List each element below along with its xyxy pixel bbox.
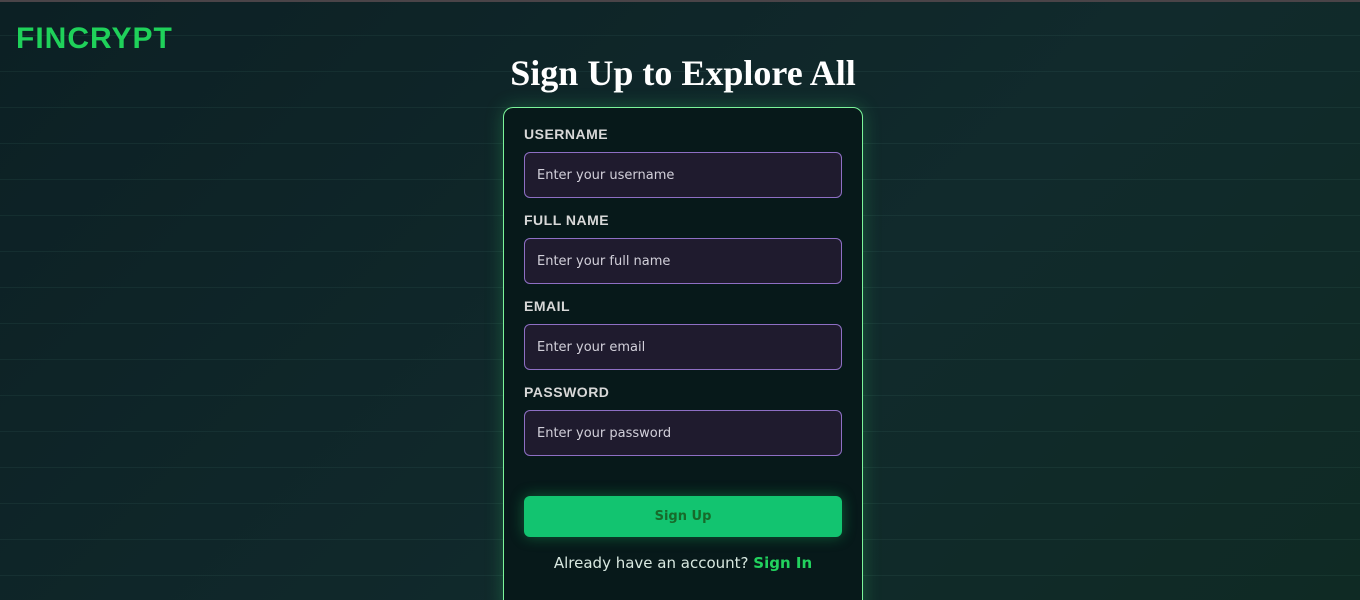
fullname-field-group: FULL NAME — [524, 212, 842, 284]
email-input[interactable] — [524, 324, 842, 370]
username-label: USERNAME — [524, 126, 609, 142]
page-title: Sign Up to Explore All — [510, 53, 856, 93]
signup-button[interactable]: Sign Up — [524, 496, 842, 537]
signin-prompt: Already have an account? — [553, 554, 749, 572]
signup-form: USERNAME FULL NAME EMAIL PASSWORD Sign U… — [503, 107, 863, 600]
email-field-group: EMAIL — [524, 298, 842, 370]
window-top-border — [0, 0, 1360, 2]
brand-logo[interactable]: FINCRYPT — [16, 22, 173, 56]
username-field-group: USERNAME — [524, 126, 842, 198]
password-input[interactable] — [524, 410, 842, 456]
fullname-input[interactable] — [524, 238, 842, 284]
password-label: PASSWORD — [524, 384, 610, 400]
password-field-group: PASSWORD — [524, 384, 842, 456]
signin-link[interactable]: Sign In — [753, 554, 812, 572]
email-label: EMAIL — [524, 298, 571, 314]
username-input[interactable] — [524, 152, 842, 198]
fullname-label: FULL NAME — [524, 212, 610, 228]
signin-row: Already have an account? Sign In — [524, 554, 842, 572]
